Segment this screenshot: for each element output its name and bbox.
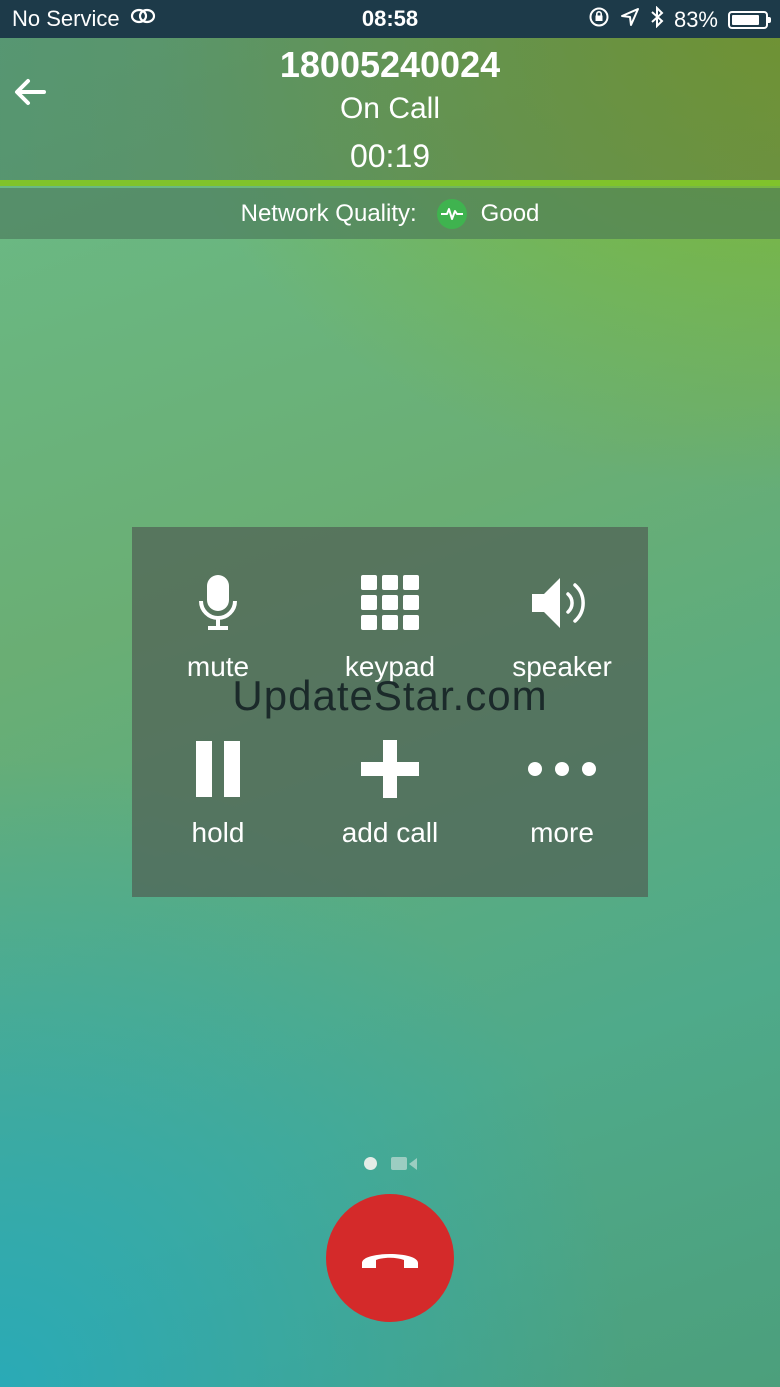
more-label: more — [530, 817, 594, 848]
video-page-icon[interactable] — [390, 1157, 417, 1170]
call-status: On Call — [339, 92, 441, 125]
keypad-label: keypad — [344, 651, 436, 682]
rotation-lock-icon — [588, 6, 610, 34]
header-accent-line — [0, 180, 780, 186]
speaker-button[interactable]: speaker — [476, 557, 648, 707]
plus-icon — [361, 733, 419, 805]
end-call-button[interactable] — [326, 1194, 454, 1322]
hang-up-icon — [362, 1254, 418, 1268]
pulse-icon — [436, 198, 467, 229]
page-indicator — [0, 1157, 780, 1170]
location-arrow-icon — [620, 7, 640, 33]
page-dot-active[interactable] — [363, 1157, 377, 1170]
network-quality-label: Network Quality: — [240, 199, 417, 227]
add-call-button[interactable]: add call — [304, 723, 476, 873]
bluetooth-icon — [650, 5, 664, 34]
battery-icon — [728, 11, 771, 29]
hold-button[interactable]: hold — [132, 723, 304, 873]
keypad-grid-icon — [361, 567, 419, 639]
pause-icon — [194, 733, 242, 805]
status-bar: No Service 08:58 83% — [0, 0, 780, 38]
network-quality-value: Good — [480, 199, 540, 227]
hold-label: hold — [191, 817, 245, 848]
speaker-label: speaker — [512, 651, 612, 682]
ellipsis-icon — [527, 733, 597, 805]
mute-button[interactable]: mute — [132, 557, 304, 707]
battery-percent: 83% — [673, 7, 718, 32]
keypad-button[interactable]: keypad — [304, 557, 476, 707]
call-timer: 00:19 — [349, 138, 431, 174]
network-quality-bar: Network Quality: Good — [0, 188, 780, 239]
call-header: 18005240024 On Call 00:19 — [0, 38, 780, 180]
speaker-icon — [530, 567, 594, 639]
more-button[interactable]: more — [476, 723, 648, 873]
call-number: 18005240024 — [279, 44, 501, 85]
add-call-label: add call — [341, 817, 439, 848]
mute-label: mute — [186, 651, 250, 682]
call-controls-panel: mute keypad speaker hold add call more — [132, 527, 648, 897]
status-right: 83% — [588, 5, 771, 34]
microphone-icon — [198, 567, 238, 639]
